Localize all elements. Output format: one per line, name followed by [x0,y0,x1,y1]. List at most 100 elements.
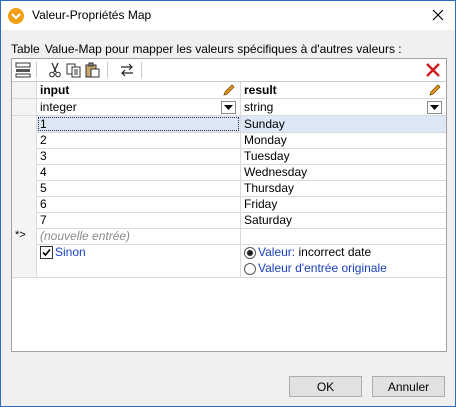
original-input-radio[interactable] [244,263,256,275]
cell-text: 6 [40,197,47,211]
row-header-cell [12,244,37,277]
result-cell[interactable]: Sunday [241,116,446,132]
column-header-result[interactable]: result [241,82,446,98]
row-header-cell [12,196,37,212]
input-cell[interactable]: 5 [37,180,241,196]
input-cell[interactable]: 1 [37,116,241,132]
pencil-icon[interactable] [428,83,442,97]
table-row: 1 Sunday [12,116,446,133]
result-cell[interactable]: Friday [241,196,446,212]
app-icon [8,8,24,24]
cell-text: 5 [40,181,47,195]
otherwise-label[interactable]: Sinon [55,245,86,259]
cell-text: 2 [40,133,47,147]
dropdown-button[interactable] [221,101,236,114]
title-bar: Valeur-Propriétés Map [1,1,455,30]
table-row: 4 Wednesday [12,164,446,181]
paste-button[interactable] [84,61,102,79]
input-cell[interactable]: 2 [37,132,241,148]
column-header-input[interactable]: input [37,82,241,98]
insert-row-icon [15,62,31,78]
focus-rect [38,117,239,131]
new-entry-input-cell[interactable]: (nouvelle entrée) [37,228,241,244]
result-cell[interactable]: Monday [241,132,446,148]
delete-button[interactable] [424,61,442,79]
row-header-cell [12,164,37,180]
type-value: string [244,100,274,114]
row-header-cell [12,180,37,196]
delete-icon [426,63,440,77]
result-cell[interactable]: Wednesday [241,164,446,180]
pencil-icon[interactable] [222,83,236,97]
column-name: input [40,83,70,97]
chevron-down-icon [224,105,233,110]
swap-columns-button[interactable] [118,61,136,79]
input-cell[interactable]: 3 [37,148,241,164]
close-button[interactable] [425,5,451,25]
otherwise-options-cell: Valeur: incorrect date Valeur d'entrée o… [241,244,446,277]
caption-text: Value-Map pour mapper les valeurs spécif… [44,42,402,56]
cut-button[interactable] [46,61,64,79]
cell-text: Sunday [244,117,285,131]
new-entry-placeholder: (nouvelle entrée) [40,229,131,243]
value-option-text: Valeur: incorrect date [258,245,371,259]
cell-text: 7 [40,213,47,227]
value-option-value[interactable]: incorrect date [298,245,371,259]
paste-icon [85,62,100,78]
result-type-select[interactable]: string [241,99,446,115]
table-row: 5 Thursday [12,180,446,197]
checkmark-icon [42,248,51,257]
ok-button[interactable]: OK [289,376,362,397]
table-toolbar [12,59,446,82]
toolbar-separator [36,62,37,78]
caption-label: Table [11,42,40,56]
value-map-panel: input result integer string 1 Sunday 2 M… [11,58,447,352]
new-entry-result-cell[interactable] [241,228,446,244]
row-header-cell [12,132,37,148]
cell-text: 4 [40,165,47,179]
input-cell[interactable]: 6 [37,196,241,212]
copy-icon [66,63,81,78]
result-cell[interactable]: Tuesday [241,148,446,164]
otherwise-checkbox[interactable] [40,246,53,259]
column-name: result [244,83,277,97]
cell-text: Tuesday [244,149,290,163]
type-row: integer string [12,99,446,116]
cell-text: 3 [40,149,47,163]
close-icon [432,9,444,21]
otherwise-row: Sinon Valeur: incorrect date Valeur d'en… [12,244,446,278]
value-radio[interactable] [244,247,256,259]
row-header-cell [12,148,37,164]
radio-dot [247,250,253,256]
value-option-label[interactable]: Valeur: [258,245,295,259]
new-entry-row: *> (nouvelle entrée) [12,228,446,245]
window-title: Valeur-Propriétés Map [32,8,152,22]
table-row: 2 Monday [12,132,446,149]
header-row: input result [12,82,446,99]
cut-icon [49,62,61,78]
toolbar-separator [107,62,108,78]
result-cell[interactable]: Thursday [241,180,446,196]
swap-columns-icon [121,63,133,77]
cell-text: Friday [244,197,278,211]
input-type-select[interactable]: integer [37,99,241,115]
result-cell[interactable]: Saturday [241,212,446,228]
insert-row-button[interactable] [14,61,32,79]
row-header-cell [12,116,37,132]
cell-text: Monday [244,133,287,147]
row-header-cell: *> [12,228,37,244]
copy-button[interactable] [65,61,83,79]
table-caption: Table Value-Map pour mapper les valeurs s… [11,42,402,56]
original-input-option-label[interactable]: Valeur d'entrée originale [258,261,387,275]
input-cell[interactable]: 4 [37,164,241,180]
cancel-button[interactable]: Annuler [372,376,445,397]
otherwise-cell: Sinon [37,244,241,277]
table-row: 6 Friday [12,196,446,213]
row-header-cell [12,99,37,115]
row-header-cell [12,82,37,98]
cell-text: Saturday [244,213,293,227]
dropdown-button[interactable] [427,101,442,114]
cell-text: 1 [40,117,47,131]
new-row-marker: *> [15,229,26,241]
input-cell[interactable]: 7 [37,212,241,228]
